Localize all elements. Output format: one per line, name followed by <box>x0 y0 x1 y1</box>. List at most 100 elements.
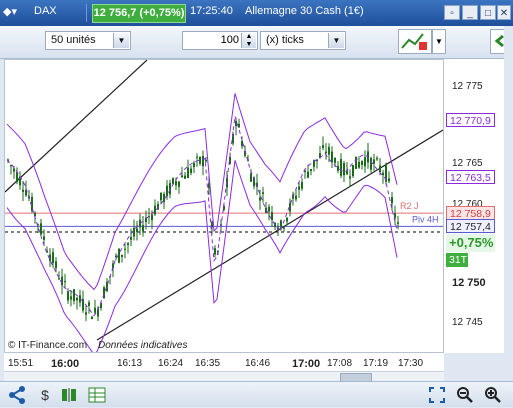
time-tick: 17:19 <box>363 358 389 369</box>
time-tick: 16:24 <box>158 358 184 369</box>
candle-body <box>394 213 396 218</box>
candle-body <box>379 165 381 172</box>
candle-body <box>328 146 330 155</box>
zoom-in-icon[interactable] <box>484 386 502 404</box>
time-axis: 15:51 16:00 16:13 16:24 16:35 16:46 17:0… <box>4 353 444 371</box>
candle-body <box>355 156 357 169</box>
candle-body <box>52 252 54 264</box>
candle-body <box>307 171 309 178</box>
time-tick: 17:08 <box>327 358 353 369</box>
compare-icon[interactable] <box>60 386 78 404</box>
right-panel-strip <box>504 26 513 406</box>
candle-body <box>334 157 336 163</box>
candle-body <box>301 182 303 189</box>
spinner-icon[interactable]: ▲ ▼ <box>241 33 256 48</box>
pin-icon[interactable]: ▫ <box>444 5 460 20</box>
trendline-upper <box>4 59 148 193</box>
candle-body <box>127 243 129 246</box>
units-select[interactable]: 50 unités ▼ <box>45 31 131 50</box>
candle-body <box>331 151 333 163</box>
units-select-value: 50 unités <box>51 34 96 46</box>
change-percent-tag: +0,75% <box>446 234 495 252</box>
maximize-icon[interactable]: □ <box>480 5 496 20</box>
time-tick: 17:30 <box>398 358 424 369</box>
candle-body <box>160 192 162 201</box>
period-select[interactable]: (x) ticks ▼ <box>260 31 346 50</box>
title-bar: ◆▾ DAX 12 756,7 (+0,75%) 17:25:40 Allema… <box>0 0 513 26</box>
candle-body <box>373 159 375 164</box>
time-tick: 16:35 <box>195 358 221 369</box>
chevron-down-icon[interactable]: ▼ <box>113 33 129 48</box>
time-tick: 16:46 <box>245 358 271 369</box>
zoom-out-icon[interactable] <box>456 386 474 404</box>
candle-body <box>286 217 288 222</box>
share-icon[interactable] <box>8 386 26 404</box>
fit-view-icon[interactable] <box>428 386 446 404</box>
candle-body <box>73 289 75 301</box>
pivot-label: Piv 4H <box>412 214 439 224</box>
candle-body <box>199 156 201 164</box>
disclaimer-text: Données indicatives <box>98 340 188 351</box>
candle-body <box>202 155 204 167</box>
candle-body <box>184 175 186 179</box>
candle-body <box>340 159 342 176</box>
dollar-icon[interactable]: $ <box>36 386 54 404</box>
candle-body <box>343 163 345 176</box>
bollinger-mid-tag: 12 763,5 <box>446 170 495 184</box>
candle-body <box>40 223 42 235</box>
tick-dropdown-icon[interactable]: ◆▾ <box>3 5 17 19</box>
candle-body <box>76 297 78 301</box>
candle-body <box>250 173 252 182</box>
chevron-down-icon[interactable]: ▼ <box>328 33 344 48</box>
candle-body <box>166 185 168 197</box>
price-tick: 12 775 <box>452 81 483 92</box>
close-icon[interactable]: ✕ <box>497 5 511 20</box>
candle-body <box>322 145 324 149</box>
price-chart[interactable]: R2 J Piv 4H © IT-Finance.com Données indic… <box>4 59 444 356</box>
copyright-text: © IT-Finance.com <box>8 340 87 351</box>
quantity-stepper[interactable]: 100 ▲ ▼ <box>182 31 258 50</box>
candle-body <box>370 157 372 170</box>
chart-indicator-icon <box>401 33 427 50</box>
candle-body <box>151 214 153 221</box>
candle-body <box>214 248 216 255</box>
candle-body <box>190 168 192 174</box>
candle-body <box>133 227 135 237</box>
candle-body <box>67 291 69 301</box>
candle-body <box>337 165 339 171</box>
indicator-menu-chevron-icon[interactable]: ▼ <box>432 29 446 54</box>
candle-body <box>259 197 261 201</box>
price-tick: 12 745 <box>452 317 483 328</box>
candle-body <box>58 278 60 280</box>
candle-body <box>61 276 63 286</box>
candle-body <box>295 195 297 200</box>
candle-body <box>13 168 15 172</box>
candle-body <box>43 236 45 240</box>
last-price-tag: 12 757,4 <box>446 219 495 233</box>
candle-body <box>172 178 174 184</box>
candle-body <box>154 205 156 215</box>
candle-body <box>196 156 198 158</box>
period-select-value: (x) ticks <box>266 34 304 46</box>
candle-body <box>325 151 327 154</box>
candle-body <box>85 312 87 315</box>
candle-body <box>115 255 117 257</box>
candle-body <box>283 227 285 229</box>
candle-body <box>70 296 72 300</box>
minimize-icon[interactable]: _ <box>462 5 478 20</box>
ticker-label[interactable]: DAX <box>34 5 57 17</box>
tick-count-tag: 31T <box>446 253 468 267</box>
time-tick: 16:13 <box>117 358 143 369</box>
bollinger-upper-band <box>6 93 398 291</box>
candle-body <box>178 181 180 187</box>
indicator-tool-button[interactable] <box>398 29 432 54</box>
candle-body <box>352 165 354 177</box>
clock: 17:25:40 <box>190 5 233 17</box>
candle-body <box>142 225 144 232</box>
candle-body <box>181 175 183 178</box>
layout-grid-icon[interactable] <box>88 386 106 404</box>
time-tick: 17:00 <box>292 358 321 370</box>
candle-body <box>130 236 132 240</box>
candle-body <box>187 167 189 179</box>
candlestick-plot[interactable]: R2 J Piv 4H © IT-Finance.com Données indic… <box>4 59 444 356</box>
